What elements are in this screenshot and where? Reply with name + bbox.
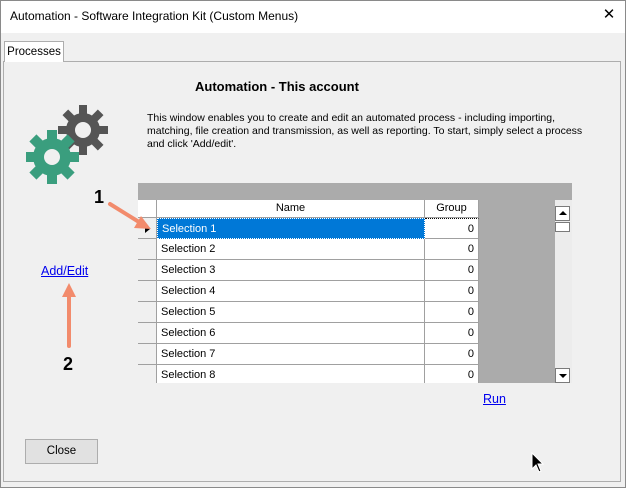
close-button[interactable]: Close: [25, 439, 98, 464]
row-header[interactable]: [138, 218, 157, 239]
scroll-down-button[interactable]: [555, 368, 570, 383]
table-row[interactable]: Selection 6 0: [138, 323, 479, 344]
page-title: Automation - This account: [195, 79, 359, 94]
cell-name[interactable]: Selection 6: [157, 323, 425, 344]
cell-name[interactable]: Selection 8: [157, 365, 425, 383]
table-row[interactable]: Selection 1 0: [138, 218, 479, 239]
scroll-up-button[interactable]: [555, 206, 570, 221]
column-header-name[interactable]: Name: [157, 200, 425, 218]
row-header[interactable]: [138, 344, 157, 365]
grid-scrollbar[interactable]: [555, 200, 572, 383]
current-row-icon: [145, 225, 150, 233]
table-row[interactable]: Selection 4 0: [138, 281, 479, 302]
title-bar: Automation - Software Integration Kit (C…: [1, 1, 625, 33]
row-header[interactable]: [138, 302, 157, 323]
cell-name[interactable]: Selection 4: [157, 281, 425, 302]
table-row[interactable]: Selection 8 0: [138, 365, 479, 383]
cell-group[interactable]: 0: [425, 239, 479, 260]
tab-processes[interactable]: Processes: [4, 41, 64, 62]
cell-name[interactable]: Selection 3: [157, 260, 425, 281]
column-header-group[interactable]: Group: [425, 200, 479, 218]
cell-group[interactable]: 0: [425, 344, 479, 365]
scroll-thumb[interactable]: [555, 222, 570, 232]
cell-group[interactable]: 0: [425, 260, 479, 281]
row-header[interactable]: [138, 239, 157, 260]
annotation-label-1: 1: [94, 187, 105, 207]
arrow-down-icon: [559, 374, 567, 378]
cell-name[interactable]: Selection 1: [157, 218, 425, 239]
run-link[interactable]: Run: [483, 392, 506, 406]
process-grid[interactable]: Name Group Selection 1 0 Selection 2 0 S…: [138, 183, 572, 383]
cell-group[interactable]: 0: [425, 302, 479, 323]
description-text: This window enables you to create and ed…: [147, 112, 583, 150]
annotation-label-2: 2: [63, 354, 74, 374]
row-header[interactable]: [138, 323, 157, 344]
table-row[interactable]: Selection 5 0: [138, 302, 479, 323]
table-row[interactable]: Selection 3 0: [138, 260, 479, 281]
table-row[interactable]: Selection 7 0: [138, 344, 479, 365]
mouse-cursor-icon: [531, 452, 545, 473]
cell-group[interactable]: 0: [425, 218, 479, 239]
add-edit-link[interactable]: Add/Edit: [41, 264, 88, 278]
row-header[interactable]: [138, 365, 157, 383]
cell-group[interactable]: 0: [425, 281, 479, 302]
table-row[interactable]: Selection 2 0: [138, 239, 479, 260]
cell-name[interactable]: Selection 2: [157, 239, 425, 260]
cell-name[interactable]: Selection 5: [157, 302, 425, 323]
close-icon[interactable]: ✕: [599, 5, 619, 25]
green-gear-icon: [26, 130, 79, 184]
window-title: Automation - Software Integration Kit (C…: [10, 9, 299, 23]
cell-name[interactable]: Selection 7: [157, 344, 425, 365]
grid-top-strip: [138, 183, 572, 200]
cell-group[interactable]: 0: [425, 365, 479, 383]
row-header[interactable]: [138, 260, 157, 281]
cell-group[interactable]: 0: [425, 323, 479, 344]
arrow-up-icon: [559, 211, 567, 215]
row-header-corner: [138, 200, 157, 218]
row-header[interactable]: [138, 281, 157, 302]
gears-icon: [26, 105, 108, 184]
